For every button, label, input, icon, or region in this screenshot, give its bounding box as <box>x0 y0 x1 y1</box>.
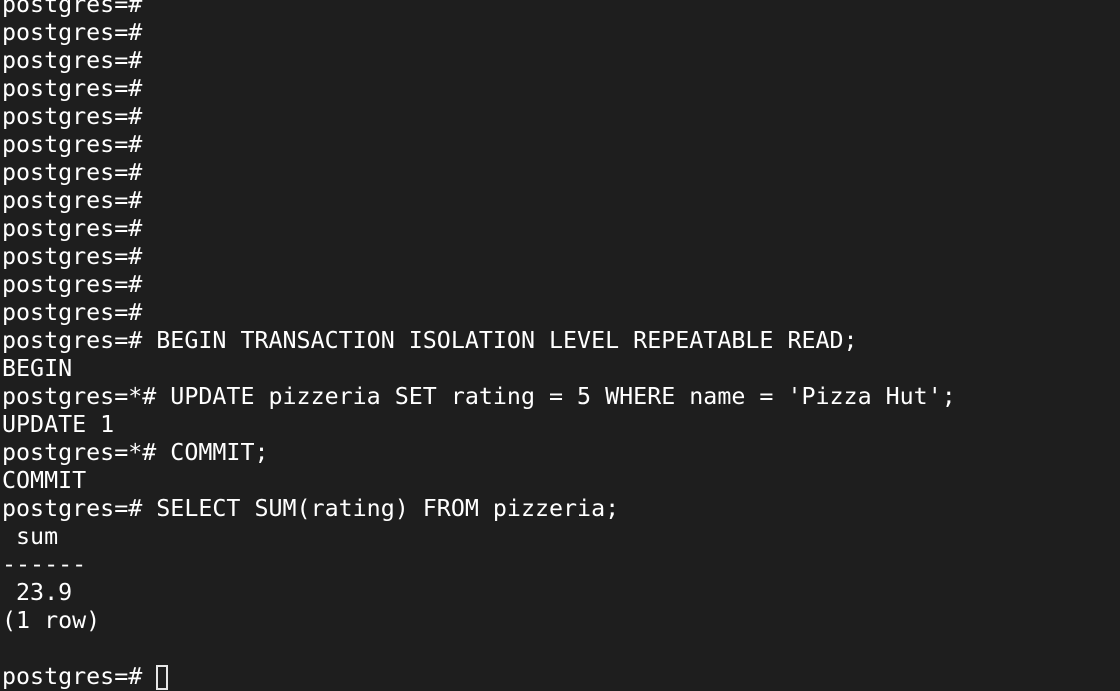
terminal-line: COMMIT <box>2 467 87 494</box>
terminal-line: postgres=# <box>2 271 143 298</box>
terminal-line: postgres=# <box>2 243 143 270</box>
text-cursor[interactable] <box>156 665 169 690</box>
terminal-line: 23.9 <box>2 579 73 606</box>
terminal-line: postgres=# <box>2 159 143 186</box>
terminal-line: postgres=# <box>2 75 143 102</box>
terminal-line: ------ <box>2 551 87 578</box>
terminal-line: postgres=# <box>2 215 143 242</box>
terminal-line: postgres=*# COMMIT; <box>2 439 269 466</box>
terminal-prompt: postgres=# <box>2 663 157 690</box>
terminal-line: postgres=# <box>2 0 143 18</box>
terminal-line: postgres=# <box>2 103 143 130</box>
terminal-input-line[interactable]: postgres=# <box>2 663 1120 691</box>
terminal-line: (1 row) <box>2 607 101 634</box>
terminal-line: postgres=# <box>2 19 143 46</box>
terminal-line: postgres=*# UPDATE pizzeria SET rating =… <box>2 383 956 410</box>
terminal-line: postgres=# <box>2 131 143 158</box>
terminal-line: BEGIN <box>2 355 73 382</box>
terminal-line: sum <box>2 523 59 550</box>
terminal-line: postgres=# <box>2 299 143 326</box>
terminal-line: postgres=# <box>2 47 143 74</box>
terminal-line: postgres=# <box>2 187 143 214</box>
terminal-line: UPDATE 1 <box>2 411 115 438</box>
terminal-line: postgres=# BEGIN TRANSACTION ISOLATION L… <box>2 327 858 354</box>
terminal-line: postgres=# SELECT SUM(rating) FROM pizze… <box>2 495 620 522</box>
terminal-window[interactable]: postgres=# postgres=# postgres=# postgre… <box>0 0 1120 690</box>
